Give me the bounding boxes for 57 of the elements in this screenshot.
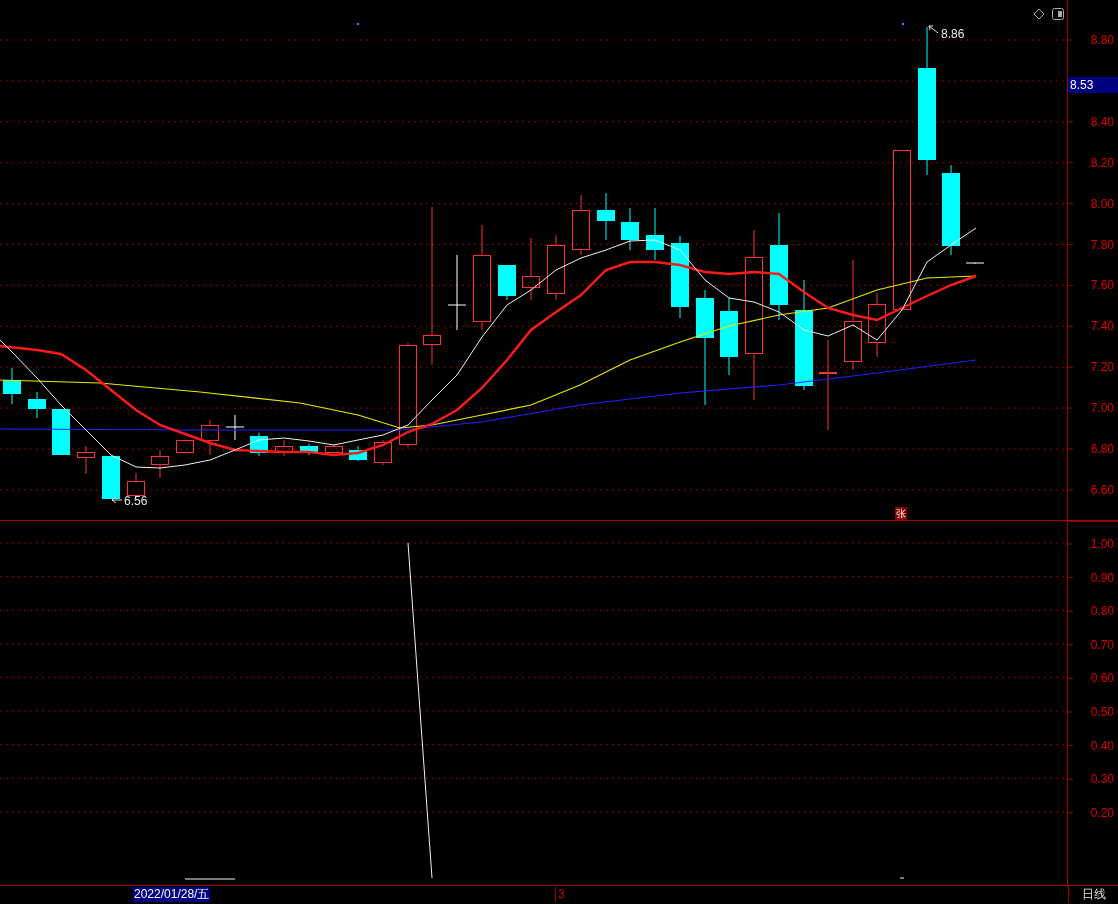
candlestick [300,443,318,456]
candlestick [522,237,540,301]
indicator-line [899,877,905,879]
candlestick [325,443,343,456]
period-tab[interactable]: 日线 [1069,886,1118,903]
diamond-icon[interactable] [1033,8,1045,20]
rise-badge: 张 [895,507,907,520]
price-tick-label: 8.40 [1090,114,1115,129]
candlestick [621,207,639,251]
indicator-tick-label: 1.00 [1090,537,1115,551]
candlestick [151,449,169,479]
price-tick-label: 7.80 [1090,237,1115,252]
candlestick [77,445,95,475]
indicator-tick-label: 0.50 [1090,705,1115,719]
candlestick [102,455,120,500]
candlestick [868,292,886,358]
indicator-tick-label: 0.30 [1090,772,1115,787]
candlestick [547,234,565,301]
candlestick [28,391,46,419]
cursor-date-label: 2022/01/28/五 [133,887,211,902]
price-tick-label: 7.00 [1090,401,1115,416]
price-tick-label: 6.60 [1090,482,1115,497]
indicator-tick-label: 0.60 [1090,671,1115,686]
price-tick-label: 7.60 [1090,278,1115,293]
arrow-icon [928,25,939,34]
indicator-tick-label: 0.90 [1090,570,1115,585]
candlestick [225,414,245,441]
indicator-tick-label: 0.70 [1090,637,1115,652]
price-tick-label: 7.40 [1090,319,1115,334]
candlestick [498,264,516,301]
indicator-tick-label: 0.40 [1090,738,1115,753]
candlestick [646,207,664,261]
arrow-icon [111,496,123,504]
price-tick-label: 8.20 [1090,155,1115,170]
candlestick [201,419,219,456]
month-label: 3 [555,887,565,902]
price-tick-label: 8.00 [1090,196,1115,211]
candlestick [250,432,268,457]
current-price-label: 8.53 [1068,77,1118,93]
low-price-label: 6.56 [124,494,148,508]
price-tick-label: 8.80 [1090,33,1115,47]
candlestick [349,445,367,462]
price-tick-label: 7.20 [1090,360,1115,375]
indicator-tick-label: 0.80 [1090,604,1115,619]
candlestick [374,439,392,466]
candlestick [176,439,194,454]
indicator-tick-label: 0.20 [1090,805,1115,820]
candlestick [3,367,21,405]
candlestick [597,192,615,241]
candlestick [572,194,590,256]
candlestick [52,408,70,456]
panel-toggle-icon[interactable] [1052,8,1064,20]
high-price-label: 8.86 [941,27,965,41]
candlestick [275,439,293,457]
indicator-line [184,878,236,880]
candlestick [965,262,985,265]
price-tick-label: 6.80 [1090,442,1115,456]
